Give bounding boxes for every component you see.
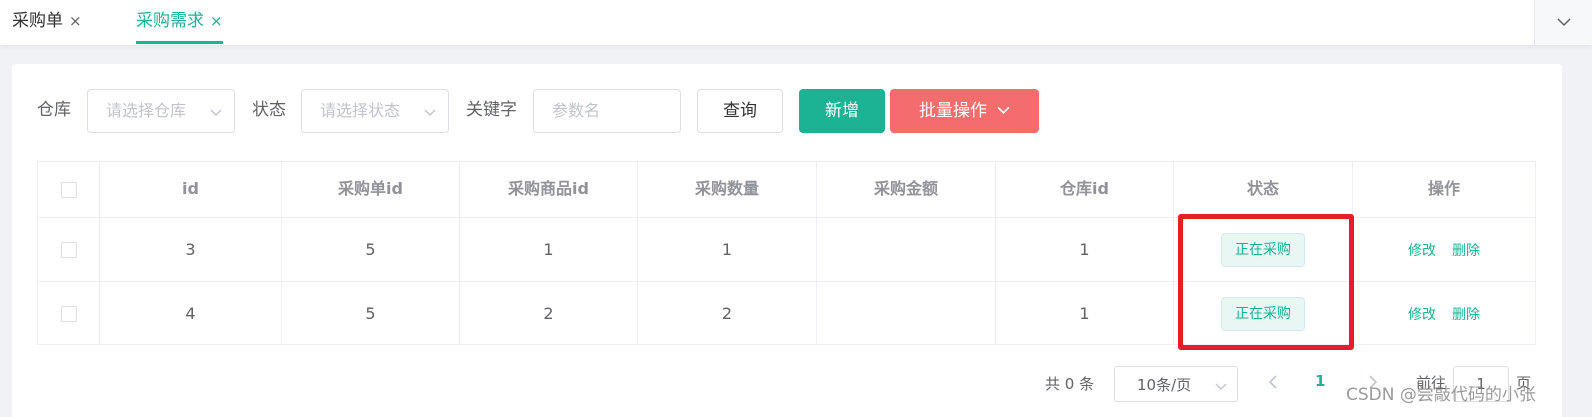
header-amount[interactable]: 采购金额 [817,162,996,217]
header-warehouse-id[interactable]: 仓库id [996,162,1174,217]
chevron-down-icon [997,106,1010,114]
header-quantity[interactable]: 采购数量 [638,162,817,217]
row-select-cell [38,218,100,281]
cell-id: 3 [100,218,282,281]
tab-purchase-requirement[interactable]: 采购需求 × [136,0,223,44]
batch-operation-button[interactable]: 批量操作 [890,89,1039,133]
row-checkbox[interactable] [60,241,77,258]
cell-id: 4 [100,282,282,345]
chevron-down-icon [424,109,436,116]
header-id[interactable]: id [100,162,282,217]
warehouse-select[interactable]: 请选择仓库 [87,89,235,133]
status-label: 状态 [252,100,286,120]
cell-actions: 修改 删除 [1353,218,1535,281]
cell-product-id: 1 [460,218,638,281]
cell-actions: 修改 删除 [1353,282,1535,345]
page-size-value: 10条/页 [1137,376,1192,394]
batch-operation-label: 批量操作 [919,101,987,121]
status-select[interactable]: 请选择状态 [301,89,449,133]
chevron-down-icon [1215,383,1227,390]
delete-link[interactable]: 删除 [1452,240,1480,260]
header-product-id[interactable]: 采购商品id [460,162,638,217]
cell-order-id: 5 [282,218,460,281]
tab-label: 采购需求 [136,11,204,31]
header-select-all-cell [38,162,100,217]
tab-menu-button[interactable] [1534,0,1592,45]
tab-purchase-order[interactable]: 采购单 × [12,0,82,44]
cell-order-id: 5 [282,282,460,345]
keyword-placeholder: 参数名 [552,101,601,120]
chevron-left-icon[interactable] [1266,374,1280,390]
edit-link[interactable]: 修改 [1408,240,1436,260]
close-icon[interactable]: × [69,12,82,30]
cell-warehouse-id: 1 [996,282,1174,345]
edit-link[interactable]: 修改 [1408,304,1436,324]
status-placeholder: 请选择状态 [320,101,401,120]
query-button[interactable]: 查询 [697,89,783,133]
page-size-select[interactable]: 10条/页 [1114,366,1238,402]
highlight-box [1178,214,1354,350]
warehouse-placeholder: 请选择仓库 [106,101,187,120]
select-all-checkbox[interactable] [60,181,77,198]
cell-amount [817,282,996,345]
tab-bar: 采购单 × 采购需求 × [0,0,1592,46]
cell-quantity: 1 [638,218,817,281]
pagination-total: 共 0 条 [1045,375,1095,393]
chevron-down-icon [1557,18,1571,27]
page-number-current[interactable]: 1 [1315,372,1325,390]
header-actions: 操作 [1427,179,1460,198]
row-checkbox[interactable] [60,305,77,322]
cell-amount [817,218,996,281]
add-button[interactable]: 新增 [799,89,885,133]
delete-link[interactable]: 删除 [1452,304,1480,324]
cell-product-id: 2 [460,282,638,345]
warehouse-label: 仓库 [37,100,71,120]
watermark: CSDN @尝敲代码的小张 [1346,385,1536,405]
row-select-cell [38,282,100,345]
chevron-down-icon [210,109,222,116]
cell-warehouse-id: 1 [996,218,1174,281]
close-icon[interactable]: × [210,12,223,30]
keyword-input[interactable]: 参数名 [533,89,681,133]
cell-quantity: 2 [638,282,817,345]
header-order-id[interactable]: 采购单id [282,162,460,217]
keyword-label: 关键字 [466,100,517,120]
tab-label: 采购单 [12,11,63,31]
header-status[interactable]: 状态 [1174,162,1353,217]
